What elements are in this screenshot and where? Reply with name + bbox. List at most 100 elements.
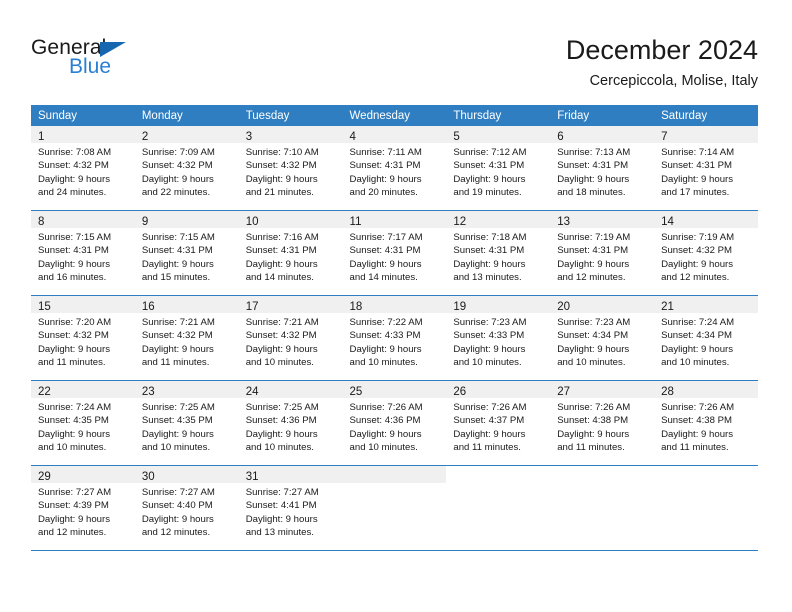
sunset-text: Sunset: 4:31 PM	[557, 160, 629, 172]
day-cell[interactable]: 26 Sunrise: 7:26 AM Sunset: 4:37 PM Dayligh…	[446, 380, 551, 466]
daylight-text-line1: Daylight: 9 hours	[661, 343, 734, 355]
sunset-text: Sunset: 4:38 PM	[557, 415, 629, 427]
day-cell[interactable]: 12 Sunrise: 7:18 AM Sunset: 4:31 PM Dayligh…	[446, 210, 551, 296]
sunrise-text: Sunrise: 7:18 AM	[453, 232, 527, 243]
day-cell[interactable]: 25 Sunrise: 7:26 AM Sunset: 4:36 PM Dayligh…	[342, 380, 447, 466]
day-cell[interactable]: 6 Sunrise: 7:13 AM Sunset: 4:31 PM Daylight…	[550, 126, 655, 211]
day-cell[interactable]: 4 Sunrise: 7:11 AM Sunset: 4:31 PM Daylight…	[342, 126, 447, 211]
sunset-text: Sunset: 4:32 PM	[141, 330, 213, 342]
sunset-text: Sunset: 4:32 PM	[245, 330, 317, 342]
sunset-text: Sunset: 4:31 PM	[38, 245, 109, 257]
daylight-text-line1: Daylight: 9 hours	[141, 513, 214, 525]
day-cell[interactable]: 27 Sunrise: 7:26 AM Sunset: 4:38 PM Dayligh…	[550, 380, 655, 466]
day-cell[interactable]: 5 Sunrise: 7:12 AM Sunset: 4:31 PM Daylight…	[446, 126, 551, 211]
sunrise-text: Sunrise: 7:14 AM	[661, 147, 735, 158]
weekday-header-wednesday: Wednesday	[342, 105, 447, 126]
daylight-text-line1: Daylight: 9 hours	[38, 343, 110, 355]
sunset-text: Sunset: 4:34 PM	[661, 330, 732, 342]
day-cell[interactable]: 9 Sunrise: 7:15 AM Sunset: 4:31 PM Daylight…	[134, 210, 239, 296]
daylight-text-line2: and 22 minutes.	[141, 186, 211, 198]
sunset-text: Sunset: 4:40 PM	[141, 500, 213, 512]
daylight-text-line1: Daylight: 9 hours	[245, 258, 318, 270]
daylight-text-line1: Daylight: 9 hours	[453, 173, 526, 185]
day-cell[interactable]: 29 Sunrise: 7:27 AM Sunset: 4:39 PM Dayligh…	[31, 465, 135, 551]
day-number: 20	[557, 301, 571, 313]
daylight-text-line1: Daylight: 9 hours	[141, 173, 214, 185]
day-cell[interactable]: 19 Sunrise: 7:23 AM Sunset: 4:33 PM Dayligh…	[446, 295, 551, 381]
weekday-header-sunday: Sunday	[31, 105, 135, 126]
sunrise-text: Sunrise: 7:27 AM	[245, 487, 319, 498]
weekday-header-saturday: Saturday	[654, 105, 758, 126]
day-cell[interactable]: 2 Sunrise: 7:09 AM Sunset: 4:32 PM Daylight…	[134, 126, 239, 211]
day-cell[interactable]: 28 Sunrise: 7:26 AM Sunset: 4:38 PM Dayligh…	[654, 380, 758, 466]
daylight-text-line1: Daylight: 9 hours	[349, 428, 422, 440]
daylight-text-line2: and 10 minutes.	[245, 441, 314, 453]
week-row: 29 Sunrise: 7:27 AM Sunset: 4:39 PM Dayligh…	[31, 465, 758, 551]
day-cell[interactable]: 30 Sunrise: 7:27 AM Sunset: 4:40 PM Dayligh…	[134, 465, 239, 551]
day-number: 14	[661, 216, 674, 228]
day-cell[interactable]: 16 Sunrise: 7:21 AM Sunset: 4:32 PM Dayligh…	[134, 295, 239, 381]
daylight-text-line1: Daylight: 9 hours	[349, 343, 422, 355]
day-number: 24	[245, 386, 259, 398]
sunrise-text: Sunrise: 7:24 AM	[38, 402, 112, 413]
day-cell[interactable]: 11 Sunrise: 7:17 AM Sunset: 4:31 PM Dayligh…	[342, 210, 447, 296]
sunset-text: Sunset: 4:31 PM	[557, 245, 629, 257]
daylight-text-line2: and 19 minutes.	[453, 186, 522, 198]
daylight-text-line1: Daylight: 9 hours	[349, 173, 422, 185]
day-cell[interactable]: 31 Sunrise: 7:27 AM Sunset: 4:41 PM Dayligh…	[238, 465, 343, 551]
daylight-text-line2: and 12 minutes.	[38, 526, 107, 538]
day-cell[interactable]: 22 Sunrise: 7:24 AM Sunset: 4:35 PM Dayligh…	[31, 380, 135, 466]
daylight-text-line1: Daylight: 9 hours	[38, 258, 110, 270]
day-cell-empty	[654, 465, 758, 551]
sunrise-text: Sunrise: 7:27 AM	[38, 487, 112, 498]
day-cell[interactable]: 24 Sunrise: 7:25 AM Sunset: 4:36 PM Dayligh…	[238, 380, 343, 466]
day-cell[interactable]: 3 Sunrise: 7:10 AM Sunset: 4:32 PM Daylight…	[238, 126, 343, 211]
daylight-text-line1: Daylight: 9 hours	[38, 513, 110, 525]
day-cell[interactable]: 18 Sunrise: 7:22 AM Sunset: 4:33 PM Dayligh…	[342, 295, 447, 381]
day-cell[interactable]: 13 Sunrise: 7:19 AM Sunset: 4:31 PM Dayligh…	[550, 210, 655, 296]
daylight-text-line2: and 24 minutes.	[38, 186, 107, 198]
daylight-text-line1: Daylight: 9 hours	[245, 173, 318, 185]
sunrise-text: Sunrise: 7:16 AM	[245, 232, 319, 243]
daylight-text-line1: Daylight: 9 hours	[557, 343, 630, 355]
day-number: 30	[141, 471, 155, 483]
sunset-text: Sunset: 4:31 PM	[349, 245, 421, 257]
daylight-text-line2: and 18 minutes.	[557, 186, 626, 198]
daylight-text-line1: Daylight: 9 hours	[557, 173, 630, 185]
day-cell[interactable]: 15 Sunrise: 7:20 AM Sunset: 4:32 PM Dayligh…	[31, 295, 135, 381]
sunset-text: Sunset: 4:31 PM	[349, 160, 421, 172]
day-number: 19	[453, 301, 467, 313]
day-cell[interactable]: 17 Sunrise: 7:21 AM Sunset: 4:32 PM Dayligh…	[238, 295, 343, 381]
day-cell[interactable]: 21 Sunrise: 7:24 AM Sunset: 4:34 PM Dayligh…	[654, 295, 758, 381]
sunrise-text: Sunrise: 7:24 AM	[661, 317, 735, 328]
sunset-text: Sunset: 4:35 PM	[38, 415, 109, 427]
sunrise-text: Sunrise: 7:20 AM	[38, 317, 112, 328]
daylight-text-line1: Daylight: 9 hours	[557, 258, 630, 270]
daylight-text-line2: and 10 minutes.	[453, 356, 522, 368]
weekday-header-thursday: Thursday	[446, 105, 551, 126]
daylight-text-line1: Daylight: 9 hours	[349, 258, 422, 270]
daylight-text-line2: and 15 minutes.	[141, 271, 211, 283]
day-cell[interactable]: 20 Sunrise: 7:23 AM Sunset: 4:34 PM Dayligh…	[550, 295, 655, 381]
sunrise-text: Sunrise: 7:26 AM	[453, 402, 527, 413]
daylight-text-line1: Daylight: 9 hours	[661, 173, 734, 185]
daylight-text-line1: Daylight: 9 hours	[245, 513, 318, 525]
sunrise-text: Sunrise: 7:27 AM	[141, 487, 215, 498]
day-cell[interactable]: 23 Sunrise: 7:25 AM Sunset: 4:35 PM Dayligh…	[134, 380, 239, 466]
day-cell[interactable]: 14 Sunrise: 7:19 AM Sunset: 4:32 PM Dayligh…	[654, 210, 758, 296]
sunrise-text: Sunrise: 7:26 AM	[557, 402, 631, 413]
daylight-text-line1: Daylight: 9 hours	[245, 343, 318, 355]
day-cell[interactable]: 10 Sunrise: 7:16 AM Sunset: 4:31 PM Dayligh…	[238, 210, 343, 296]
day-cell[interactable]: 1 Sunrise: 7:08 AM Sunset: 4:32 PM Daylight…	[31, 126, 135, 211]
sunset-text: Sunset: 4:33 PM	[349, 330, 421, 342]
daylight-text-line2: and 10 minutes.	[141, 441, 211, 453]
day-cell[interactable]: 7 Sunrise: 7:14 AM Sunset: 4:31 PM Daylight…	[654, 126, 758, 211]
daylight-text-line1: Daylight: 9 hours	[38, 173, 110, 185]
day-number: 21	[661, 301, 674, 313]
day-cell[interactable]: 8 Sunrise: 7:15 AM Sunset: 4:31 PM Daylight…	[31, 210, 135, 296]
day-number: 26	[453, 386, 467, 398]
daylight-text-line2: and 11 minutes.	[141, 356, 210, 368]
page-header: General Blue December 2024 Cercepiccola,…	[31, 34, 758, 96]
day-number: 28	[661, 386, 674, 398]
general-blue-logo: General Blue	[31, 34, 291, 94]
